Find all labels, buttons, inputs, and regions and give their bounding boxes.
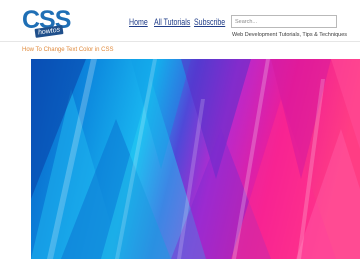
nav-home-link[interactable]: Home: [129, 17, 148, 27]
nav-all-tutorials-link[interactable]: All Tutorials: [154, 17, 190, 27]
hero-image: [31, 59, 360, 259]
header-divider: [0, 41, 360, 42]
nav-subscribe-link[interactable]: Subscribe: [194, 17, 225, 27]
site-logo[interactable]: CSS howtos: [22, 6, 71, 40]
breadcrumb: How To Change Text Color in CSS: [22, 47, 114, 53]
site-tagline: Web Development Tutorials, Tips & Techni…: [232, 32, 348, 38]
search-input[interactable]: [231, 15, 337, 28]
abstract-gradient-graphic: [31, 59, 360, 259]
site-header: CSS howtos Home All Tutorials Subscribe …: [0, 0, 360, 44]
